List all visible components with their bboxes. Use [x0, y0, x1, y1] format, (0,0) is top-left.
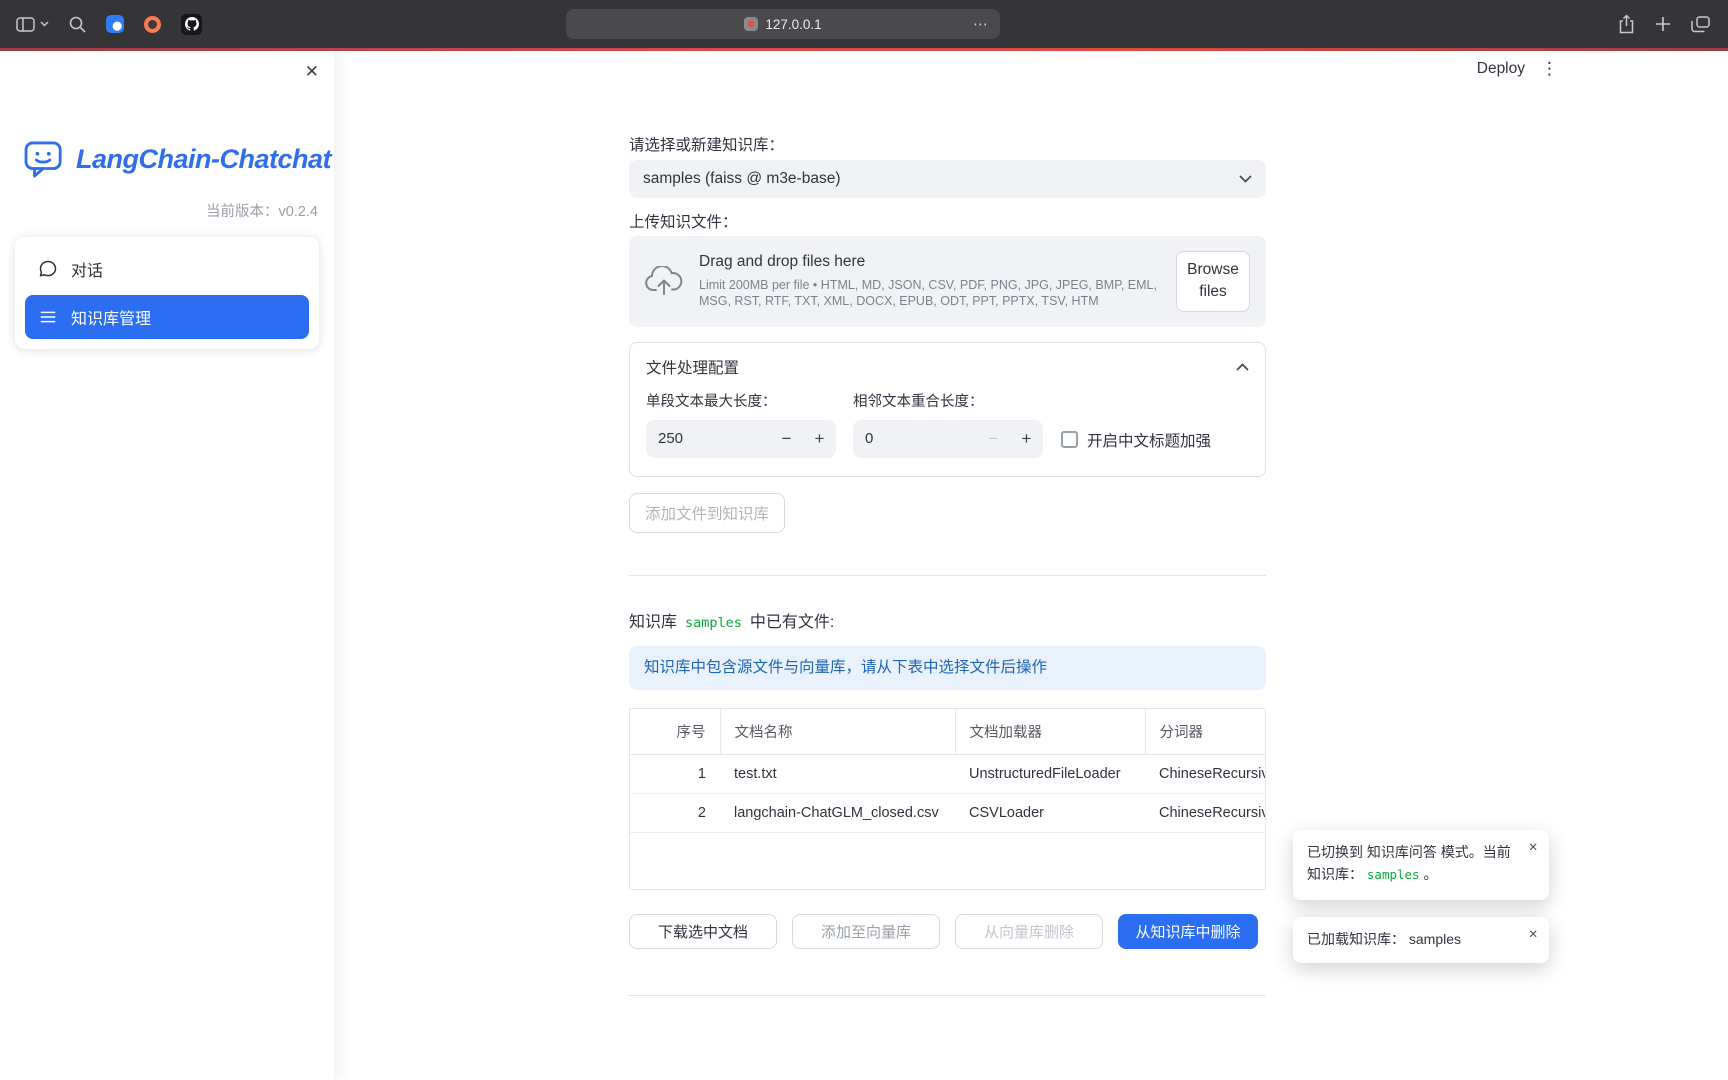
divider	[629, 575, 1266, 576]
dropzone-limit-text: Limit 200MB per file • HTML, MD, JSON, C…	[699, 277, 1160, 311]
logo-chat-icon	[24, 141, 66, 178]
deploy-button[interactable]: Deploy	[1477, 60, 1525, 78]
table-row[interactable]: 1 test.txt UnstructuredFileLoader Chines…	[630, 755, 1265, 794]
file-config-expander: 文件处理配置 单段文本最大长度： 250 − + 相邻文本重合长度： 0 − +	[629, 342, 1266, 477]
more-icon[interactable]: ⋯	[973, 15, 989, 33]
toast-close-button[interactable]: ✕	[1528, 840, 1538, 858]
chunk-size-input[interactable]: 250	[646, 430, 770, 447]
upload-label: 上传知识文件：	[629, 214, 1266, 232]
expander-title: 文件处理配置	[646, 356, 739, 378]
app-menu-button[interactable]: ⋮	[1541, 59, 1558, 79]
sidebar-item-label: 知识库管理	[71, 305, 151, 329]
overlap-size-input[interactable]: 0	[853, 430, 977, 447]
chunk-size-label: 单段文本最大长度：	[646, 394, 836, 411]
overlap-size-stepper: 0 − +	[853, 420, 1043, 458]
kb-files-heading: 知识库 samples 中已有文件:	[629, 608, 1266, 632]
delete-from-vector-store-button[interactable]: 从向量库删除	[955, 914, 1103, 949]
checkbox-label: 开启中文标题加强	[1087, 429, 1211, 451]
address-url: 127.0.0.1	[765, 17, 821, 32]
cell-loader: UnstructuredFileLoader	[955, 755, 1145, 794]
download-selected-button[interactable]: 下载选中文档	[629, 914, 777, 949]
sidebar-item-knowledge-base[interactable]: 知识库管理	[25, 295, 309, 339]
extension-blue-icon[interactable]	[106, 15, 124, 33]
kb-selectbox-value: samples (faiss @ m3e-base)	[643, 170, 841, 188]
kb-name-code: samples	[685, 615, 742, 631]
table-header-row: 序号 文档名称 文档加载器 分词器	[630, 709, 1265, 755]
github-icon[interactable]	[181, 14, 202, 35]
logo-text: LangChain-Chatchat	[76, 144, 331, 175]
expander-header[interactable]: 文件处理配置	[630, 343, 1265, 391]
kb-files-suffix: 中已有文件:	[750, 608, 834, 632]
sidebar-close-button[interactable]: ✕	[305, 62, 319, 82]
add-files-to-kb-button[interactable]: 添加文件到知识库	[629, 493, 785, 533]
kb-select-label: 请选择或新建知识库：	[629, 137, 1266, 155]
site-favicon-icon	[744, 17, 758, 31]
divider	[629, 995, 1266, 996]
kb-selectbox[interactable]: samples (faiss @ m3e-base)	[629, 160, 1266, 198]
cell-splitter: ChineseRecursiveT	[1145, 755, 1265, 794]
toast-kb-code: samples	[1367, 867, 1420, 882]
cell-loader: CSVLoader	[955, 794, 1145, 833]
add-to-vector-store-button[interactable]: 添加至向量库	[792, 914, 940, 949]
share-button[interactable]	[1618, 14, 1635, 34]
toast-kb-loaded: 已加载知识库： samples ✕	[1293, 917, 1549, 963]
app-logo: LangChain-Chatchat	[24, 141, 334, 178]
table-row[interactable]: 2 langchain-ChatGLM_closed.csv CSVLoader…	[630, 794, 1265, 833]
chat-icon	[38, 259, 58, 279]
browser-toolbar: 127.0.0.1 ⋯	[0, 0, 1728, 48]
extension-orange-icon[interactable]	[144, 16, 161, 33]
overlap-size-label: 相邻文本重合长度：	[853, 394, 1043, 411]
minus-button[interactable]: −	[977, 420, 1010, 458]
plus-button[interactable]: +	[1010, 420, 1043, 458]
cell-index: 1	[630, 755, 720, 794]
zh-title-enhance-checkbox[interactable]: 开启中文标题加强	[1061, 429, 1211, 451]
tab-overview-button[interactable]	[1691, 16, 1710, 33]
cloud-upload-icon	[645, 266, 683, 296]
chevron-down-icon	[1239, 175, 1252, 183]
info-alert: 知识库中包含源文件与向量库，请从下表中选择文件后操作	[629, 646, 1266, 690]
address-bar[interactable]: 127.0.0.1 ⋯	[566, 9, 1000, 39]
chunk-size-stepper: 250 − +	[646, 420, 836, 458]
browse-files-button[interactable]: Browse files	[1176, 251, 1250, 312]
table-empty-space	[630, 833, 1265, 889]
chevron-down-icon	[40, 21, 49, 27]
sidebar-item-dialogue[interactable]: 对话	[25, 247, 309, 291]
toast-text: 已加载知识库： samples	[1307, 931, 1461, 947]
col-header-splitter: 分词器	[1145, 709, 1265, 755]
col-header-name: 文档名称	[720, 709, 955, 755]
new-tab-button[interactable]	[1655, 16, 1671, 32]
file-dropzone[interactable]: Drag and drop files here Limit 200MB per…	[629, 236, 1266, 327]
toast-close-button[interactable]: ✕	[1528, 927, 1538, 945]
plus-button[interactable]: +	[803, 420, 836, 458]
col-header-loader: 文档加载器	[955, 709, 1145, 755]
sidebar: ✕ LangChain-Chatchat 当前版本：v0.2.4 对话	[0, 51, 334, 1080]
toast-mode-switched: 已切换到 知识库问答 模式。当前知识库： samples 。 ✕	[1293, 830, 1549, 900]
main-content: 请选择或新建知识库： samples (faiss @ m3e-base) 上传…	[629, 137, 1266, 996]
kb-files-table[interactable]: 序号 文档名称 文档加载器 分词器 1 test.txt Unstructure…	[629, 708, 1266, 890]
streamlit-decoration-bar	[0, 48, 1728, 51]
search-button[interactable]	[69, 16, 86, 33]
cell-name: langchain-ChatGLM_closed.csv	[720, 794, 955, 833]
chevron-up-icon	[1236, 363, 1249, 371]
sidebar-toggle-icon	[16, 17, 35, 32]
checkbox-box	[1061, 431, 1078, 448]
version-label: 当前版本：v0.2.4	[0, 200, 318, 221]
delete-from-kb-button[interactable]: 从知识库中删除	[1118, 914, 1258, 949]
list-icon	[38, 307, 58, 327]
cell-splitter: ChineseRecursiveT	[1145, 794, 1265, 833]
sidebar-nav: 对话 知识库管理	[15, 237, 319, 349]
cell-name: test.txt	[720, 755, 955, 794]
minus-button[interactable]: −	[770, 420, 803, 458]
sidebar-toggle-button[interactable]	[16, 17, 49, 32]
toast-text-suffix: 。	[1423, 866, 1437, 882]
cell-index: 2	[630, 794, 720, 833]
col-header-index: 序号	[630, 709, 720, 755]
kb-files-prefix: 知识库	[629, 608, 677, 632]
sidebar-item-label: 对话	[71, 257, 103, 281]
dropzone-title: Drag and drop files here	[699, 253, 1160, 271]
